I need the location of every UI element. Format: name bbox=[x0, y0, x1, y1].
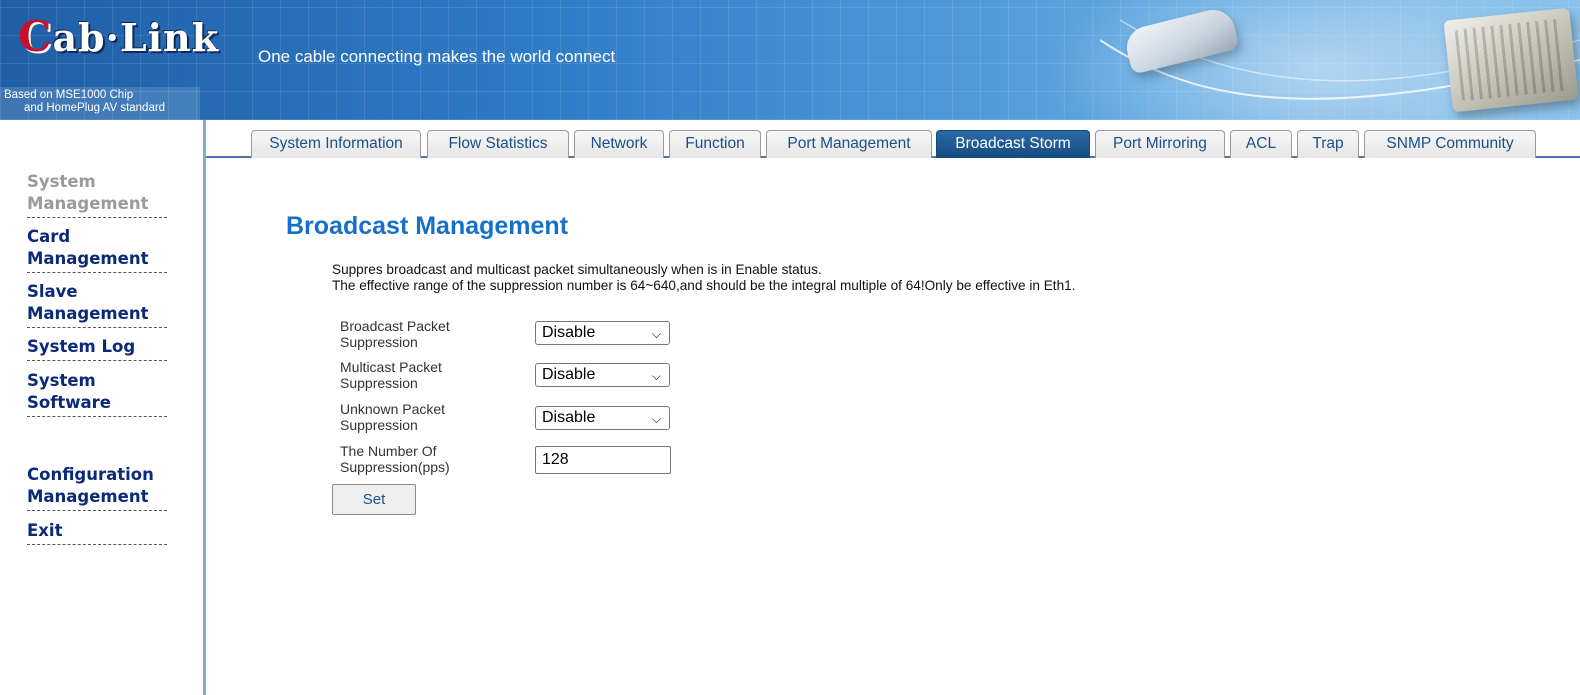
header-banner: Cab·Link One cable connecting makes the … bbox=[0, 0, 1580, 120]
tab-network[interactable]: Network bbox=[574, 130, 664, 158]
sidebar-item-label: Card bbox=[27, 227, 71, 246]
label-line2: Suppression bbox=[340, 334, 418, 350]
broadcast-suppression-select[interactable]: Disable ⌵ bbox=[535, 321, 670, 345]
select-value: Disable bbox=[542, 409, 596, 426]
label-line1: The Number Of bbox=[340, 443, 437, 459]
sidebar-item-system-software[interactable]: System Software bbox=[27, 370, 167, 417]
unknown-suppression-select[interactable]: Disable ⌵ bbox=[535, 406, 670, 430]
chevron-down-icon: ⌵ bbox=[651, 412, 661, 426]
chip-note-line2: and HomePlug AV standard bbox=[24, 102, 166, 114]
label-line2: Suppression(pps) bbox=[340, 459, 450, 475]
sidebar-item-label: System bbox=[27, 371, 96, 390]
label-line1: Broadcast Packet bbox=[340, 318, 450, 334]
tab-bar: System Information Flow Statistics Netwo… bbox=[206, 120, 1580, 158]
select-value: Disable bbox=[542, 366, 596, 383]
logo-mark: C bbox=[18, 12, 53, 61]
sidebar-item-system-management[interactable]: System Management bbox=[27, 171, 167, 218]
chip-note: Based on MSE1000 Chip and HomePlug AV st… bbox=[0, 87, 200, 120]
multicast-suppression-select[interactable]: Disable ⌵ bbox=[535, 363, 670, 387]
sidebar-item-label: System bbox=[27, 172, 96, 191]
label-line1: Unknown Packet bbox=[340, 401, 446, 417]
tab-snmp-community[interactable]: SNMP Community bbox=[1364, 130, 1536, 158]
tagline: One cable connecting makes the world con… bbox=[258, 47, 616, 66]
tab-function[interactable]: Function bbox=[669, 130, 761, 158]
sidebar-item-label: Software bbox=[27, 393, 111, 412]
multicast-suppression-label: Multicast Packet Suppression bbox=[340, 359, 515, 391]
logo: Cab·Link bbox=[18, 12, 219, 61]
label-line2: Suppression bbox=[340, 375, 418, 391]
chevron-down-icon: ⌵ bbox=[651, 369, 661, 383]
outdoor-device-image bbox=[1443, 7, 1579, 113]
sidebar-item-card-management[interactable]: Card Management bbox=[27, 226, 167, 273]
sidebar-item-label: System Log bbox=[27, 337, 136, 356]
broadcast-suppression-label: Broadcast Packet Suppression bbox=[340, 318, 515, 350]
unknown-suppression-label: Unknown Packet Suppression bbox=[340, 401, 515, 433]
tab-port-mirroring[interactable]: Port Mirroring bbox=[1095, 130, 1225, 158]
page-title: Broadcast Management bbox=[286, 212, 569, 240]
tab-port-management[interactable]: Port Management bbox=[766, 130, 932, 158]
main-content: Broadcast Management Suppres broadcast a… bbox=[206, 160, 1580, 695]
label-line2: Suppression bbox=[340, 417, 418, 433]
sidebar-item-label: Management bbox=[27, 194, 149, 213]
suppression-number-label: The Number Of Suppression(pps) bbox=[340, 443, 515, 475]
tab-system-information[interactable]: System Information bbox=[251, 130, 421, 158]
chevron-down-icon: ⌵ bbox=[651, 327, 661, 341]
sidebar-item-slave-management[interactable]: Slave Management bbox=[27, 281, 167, 328]
sidebar-item-label: Management bbox=[27, 487, 149, 506]
tab-flow-statistics[interactable]: Flow Statistics bbox=[427, 130, 569, 158]
description: Suppres broadcast and multicast packet s… bbox=[332, 262, 1075, 294]
tab-acl[interactable]: ACL bbox=[1230, 130, 1292, 158]
sidebar-item-label: Configuration bbox=[27, 465, 154, 484]
tab-broadcast-storm[interactable]: Broadcast Storm bbox=[936, 130, 1090, 158]
sidebar-item-exit[interactable]: Exit bbox=[27, 520, 167, 545]
description-line2: The effective range of the suppression n… bbox=[332, 278, 1076, 293]
sidebar-item-label: Exit bbox=[27, 521, 63, 540]
chip-note-line1: Based on MSE1000 Chip bbox=[4, 89, 134, 101]
sidebar-item-label: Management bbox=[27, 304, 149, 323]
suppression-number-input[interactable]: 128 bbox=[535, 446, 671, 474]
sidebar-item-label: Management bbox=[27, 249, 149, 268]
sidebar-item-system-log[interactable]: System Log bbox=[27, 336, 167, 361]
logo-text: ab·Link bbox=[52, 15, 219, 60]
tab-trap[interactable]: Trap bbox=[1297, 130, 1359, 158]
sidebar-item-configuration-management[interactable]: Configuration Management bbox=[27, 464, 167, 511]
sidebar-item-label: Slave bbox=[27, 282, 78, 301]
label-line1: Multicast Packet bbox=[340, 359, 442, 375]
description-line1: Suppres broadcast and multicast packet s… bbox=[332, 262, 822, 277]
select-value: Disable bbox=[542, 324, 596, 341]
set-button[interactable]: Set bbox=[332, 484, 416, 515]
